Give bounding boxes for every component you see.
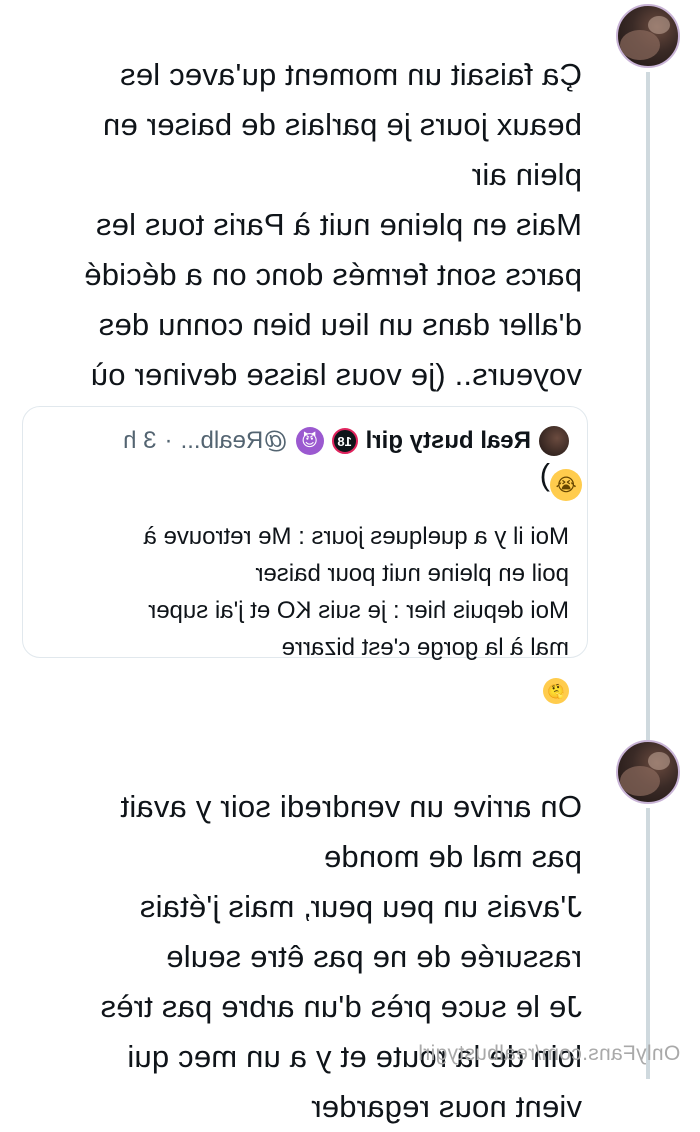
eighteen-plus-icon: 18 bbox=[331, 428, 358, 454]
quoted-tweet-card[interactable]: Real busty girl 18 😈 @Realb... · 3 h Moi… bbox=[22, 406, 588, 704]
quoted-display-name[interactable]: Real busty girl bbox=[366, 427, 531, 455]
avatar[interactable] bbox=[616, 740, 680, 804]
tweet-body: Ça faisait un moment qu'avec les beaux j… bbox=[84, 57, 582, 392]
quoted-timestamp[interactable]: 3 h bbox=[123, 427, 156, 455]
thread-line bbox=[646, 72, 650, 740]
separator-dot: · bbox=[164, 427, 173, 454]
watermark: OnlyFans.com/realbustygirl bbox=[418, 1042, 681, 1065]
quoted-handle[interactable]: @Realb... bbox=[181, 427, 288, 455]
avatar[interactable] bbox=[616, 4, 680, 68]
smiling-face-with-horns-icon: 😈 bbox=[295, 427, 324, 455]
quoted-tweet-text: Moi il y a quelques jours : Me retrouve … bbox=[39, 481, 569, 704]
quoted-tweet-header: Real busty girl 18 😈 @Realb... · 3 h bbox=[123, 423, 569, 459]
thread-line bbox=[646, 808, 650, 1079]
tweet-body: On arrive un vendredi soir y avait pas m… bbox=[100, 789, 582, 1124]
thinking-face-icon: 🤔 bbox=[543, 678, 569, 704]
quoted-avatar[interactable] bbox=[539, 426, 569, 456]
mirrored-screenshot: Ça faisait un moment qu'avec les beaux j… bbox=[0, 0, 700, 1124]
quoted-body: Moi il y a quelques jours : Me retrouve … bbox=[143, 523, 569, 661]
tweet-text: On arrive un vendredi soir y avait pas m… bbox=[22, 732, 582, 1132]
